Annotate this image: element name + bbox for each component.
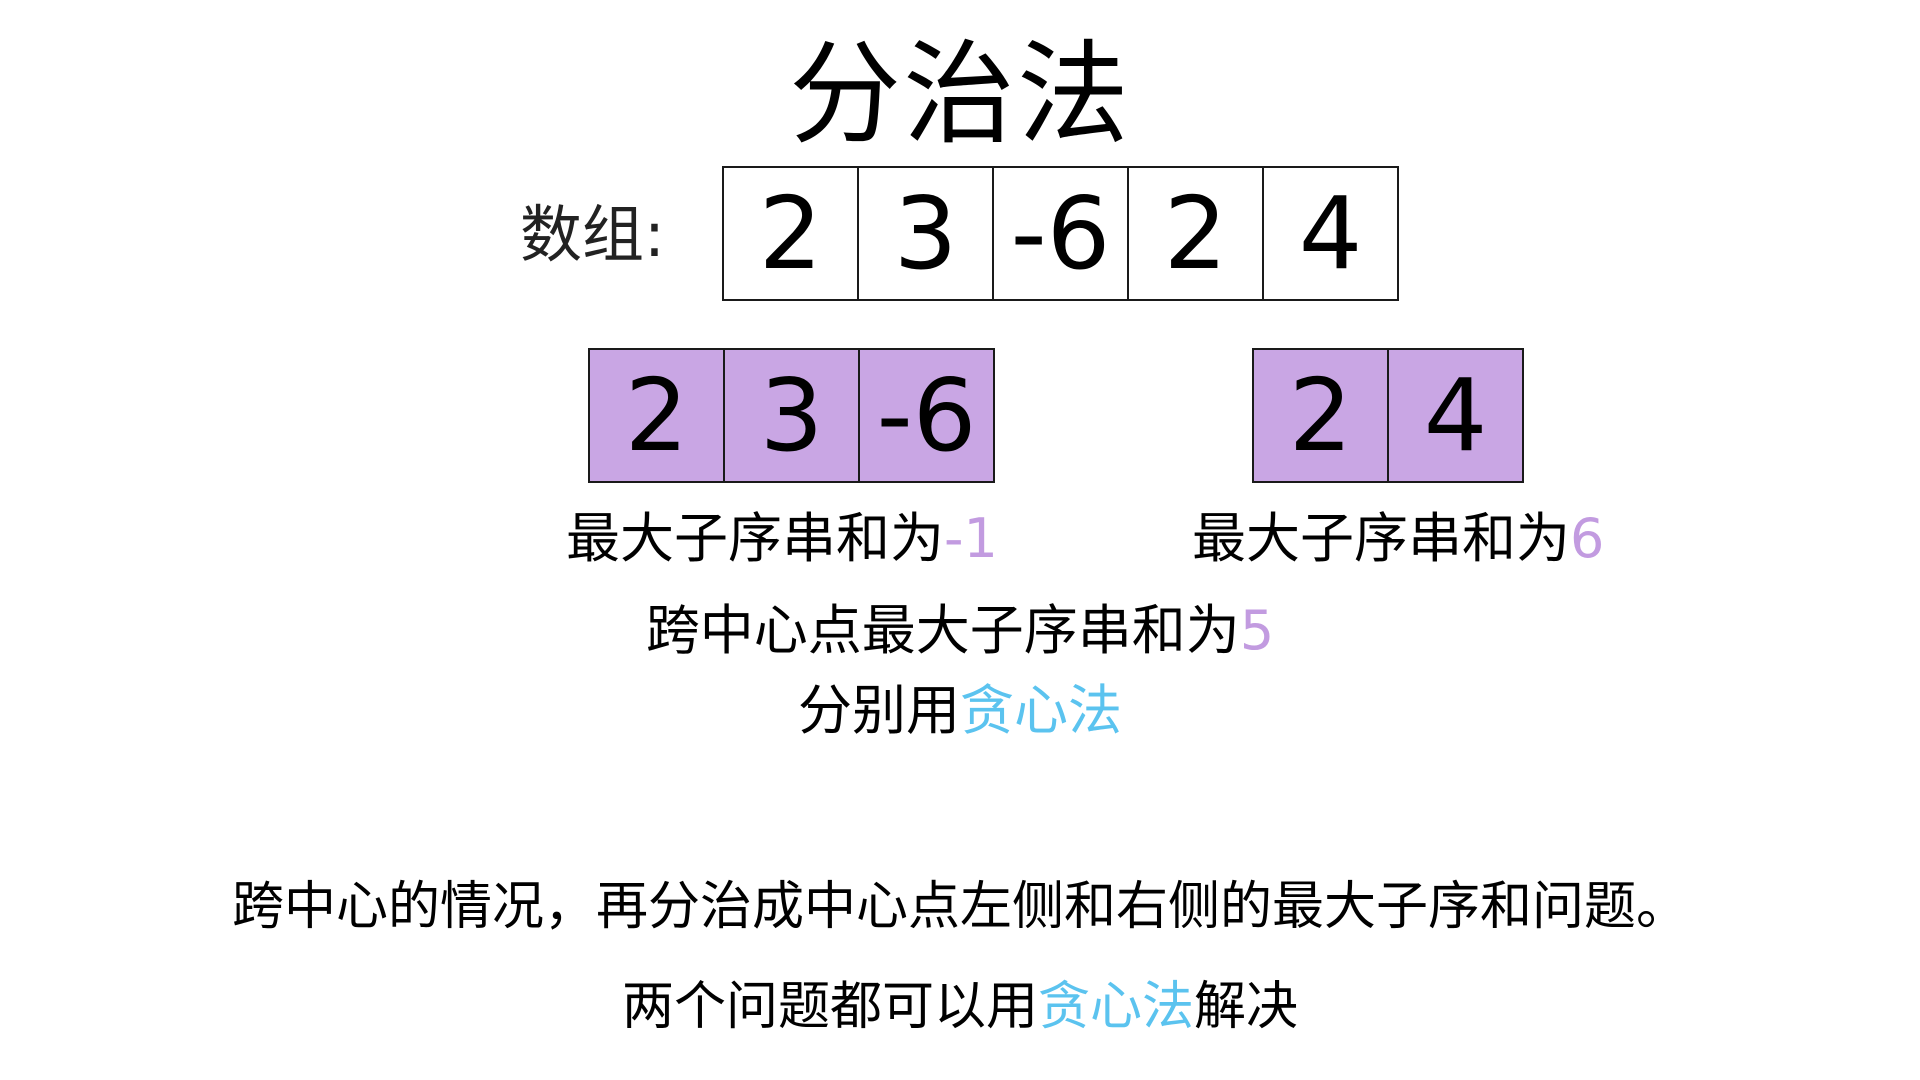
note-method-name: 贪心法 xyxy=(1037,977,1194,1037)
cross-center-caption: 跨中心点最大子序串和为5 xyxy=(0,596,1920,666)
left-half-sum-value: -1 xyxy=(944,507,998,570)
greedy-caption: 分别用贪心法 xyxy=(0,676,1920,746)
page-title: 分治法 xyxy=(789,30,1131,160)
array-cell: 2 xyxy=(722,166,859,301)
note-line-2-suffix: 解决 xyxy=(1194,977,1299,1037)
array-cell: -6 xyxy=(992,166,1129,301)
left-half-caption: 最大子序串和为-1 xyxy=(566,504,998,574)
greedy-caption-text: 分别用 xyxy=(798,679,960,742)
note-line-2-text: 两个问题都可以用 xyxy=(621,977,1038,1037)
note-line-2: 两个问题都可以用贪心法解决 xyxy=(0,972,1920,1042)
array-label: 数组: xyxy=(520,198,665,271)
cross-center-sum-value: 5 xyxy=(1239,599,1275,662)
left-half-cell: -6 xyxy=(858,348,995,483)
array-cell: 3 xyxy=(857,166,994,301)
right-half-array: 2 4 xyxy=(1252,348,1524,483)
greedy-method-name: 贪心法 xyxy=(960,679,1122,742)
array-cell: 4 xyxy=(1262,166,1399,301)
left-half-caption-text: 最大子序串和为 xyxy=(566,507,944,570)
right-half-cell: 2 xyxy=(1252,348,1389,483)
array-cell: 2 xyxy=(1127,166,1264,301)
left-half-cell: 3 xyxy=(723,348,860,483)
left-half-array: 2 3 -6 xyxy=(588,348,995,483)
right-half-sum-value: 6 xyxy=(1570,507,1605,570)
cross-center-caption-text: 跨中心点最大子序串和为 xyxy=(645,599,1240,662)
main-array: 2 3 -6 2 4 xyxy=(722,166,1399,301)
right-half-caption-text: 最大子序串和为 xyxy=(1192,507,1570,570)
note-line-1: 跨中心的情况，再分治成中心点左侧和右侧的最大子序和问题。 xyxy=(231,877,1688,937)
right-half-caption: 最大子序串和为6 xyxy=(1192,504,1604,574)
right-half-cell: 4 xyxy=(1387,348,1524,483)
left-half-cell: 2 xyxy=(588,348,725,483)
